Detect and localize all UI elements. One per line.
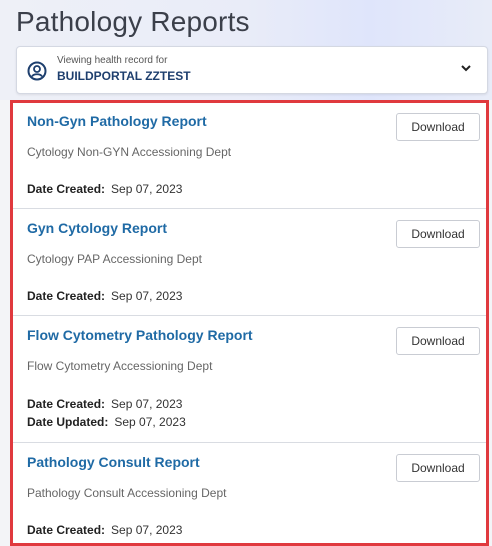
person-circle-icon xyxy=(27,61,47,81)
date-created-value: Sep 07, 2023 xyxy=(111,289,183,303)
date-updated-value: Sep 07, 2023 xyxy=(114,415,186,429)
report-department: Cytology Non-GYN Accessioning Dept xyxy=(27,145,232,159)
date-created-label: Date Created: xyxy=(27,182,106,196)
download-button[interactable]: Download xyxy=(396,220,480,248)
date-created-label: Date Created: xyxy=(27,289,106,303)
download-button[interactable]: Download xyxy=(396,454,480,482)
date-created-value: Sep 07, 2023 xyxy=(111,523,183,537)
date-created-value: Sep 07, 2023 xyxy=(111,182,183,196)
report-department: Flow Cytometry Accessioning Dept xyxy=(27,359,213,373)
viewing-label: Viewing health record for xyxy=(57,55,168,66)
report-department: Cytology PAP Accessioning Dept xyxy=(27,252,202,266)
date-created-value: Sep 07, 2023 xyxy=(111,397,183,411)
download-button[interactable]: Download xyxy=(396,327,480,355)
report-title-link[interactable]: Gyn Cytology Report xyxy=(27,220,167,236)
date-updated-row: Date Updated: Sep 07, 2023 xyxy=(27,415,186,429)
download-button[interactable]: Download xyxy=(396,113,480,141)
date-created-label: Date Created: xyxy=(27,397,106,411)
report-title-link[interactable]: Pathology Consult Report xyxy=(27,454,200,470)
date-created-row: Date Created: Sep 07, 2023 xyxy=(27,397,182,411)
date-updated-label: Date Updated: xyxy=(27,415,109,429)
patient-selector[interactable]: Viewing health record for BUILDPORTAL ZZ… xyxy=(16,46,488,94)
report-department: Pathology Consult Accessioning Dept xyxy=(27,486,227,500)
report-card: Flow Cytometry Pathology Report Download… xyxy=(13,317,486,443)
chevron-down-icon[interactable] xyxy=(459,61,473,75)
date-created-row: Date Created: Sep 07, 2023 xyxy=(27,289,182,303)
report-title-link[interactable]: Non-Gyn Pathology Report xyxy=(27,113,207,129)
report-title-link[interactable]: Flow Cytometry Pathology Report xyxy=(27,327,253,343)
report-card: Gyn Cytology Report Download Cytology PA… xyxy=(13,210,486,316)
page-title: Pathology Reports xyxy=(16,6,250,37)
date-created-row: Date Created: Sep 07, 2023 xyxy=(27,523,182,537)
report-card: Non-Gyn Pathology Report Download Cytolo… xyxy=(13,103,486,209)
date-created-label: Date Created: xyxy=(27,523,106,537)
date-created-row: Date Created: Sep 07, 2023 xyxy=(27,182,182,196)
patient-name: BUILDPORTAL ZZTEST xyxy=(57,69,191,83)
report-card: Pathology Consult Report Download Pathol… xyxy=(13,444,486,543)
